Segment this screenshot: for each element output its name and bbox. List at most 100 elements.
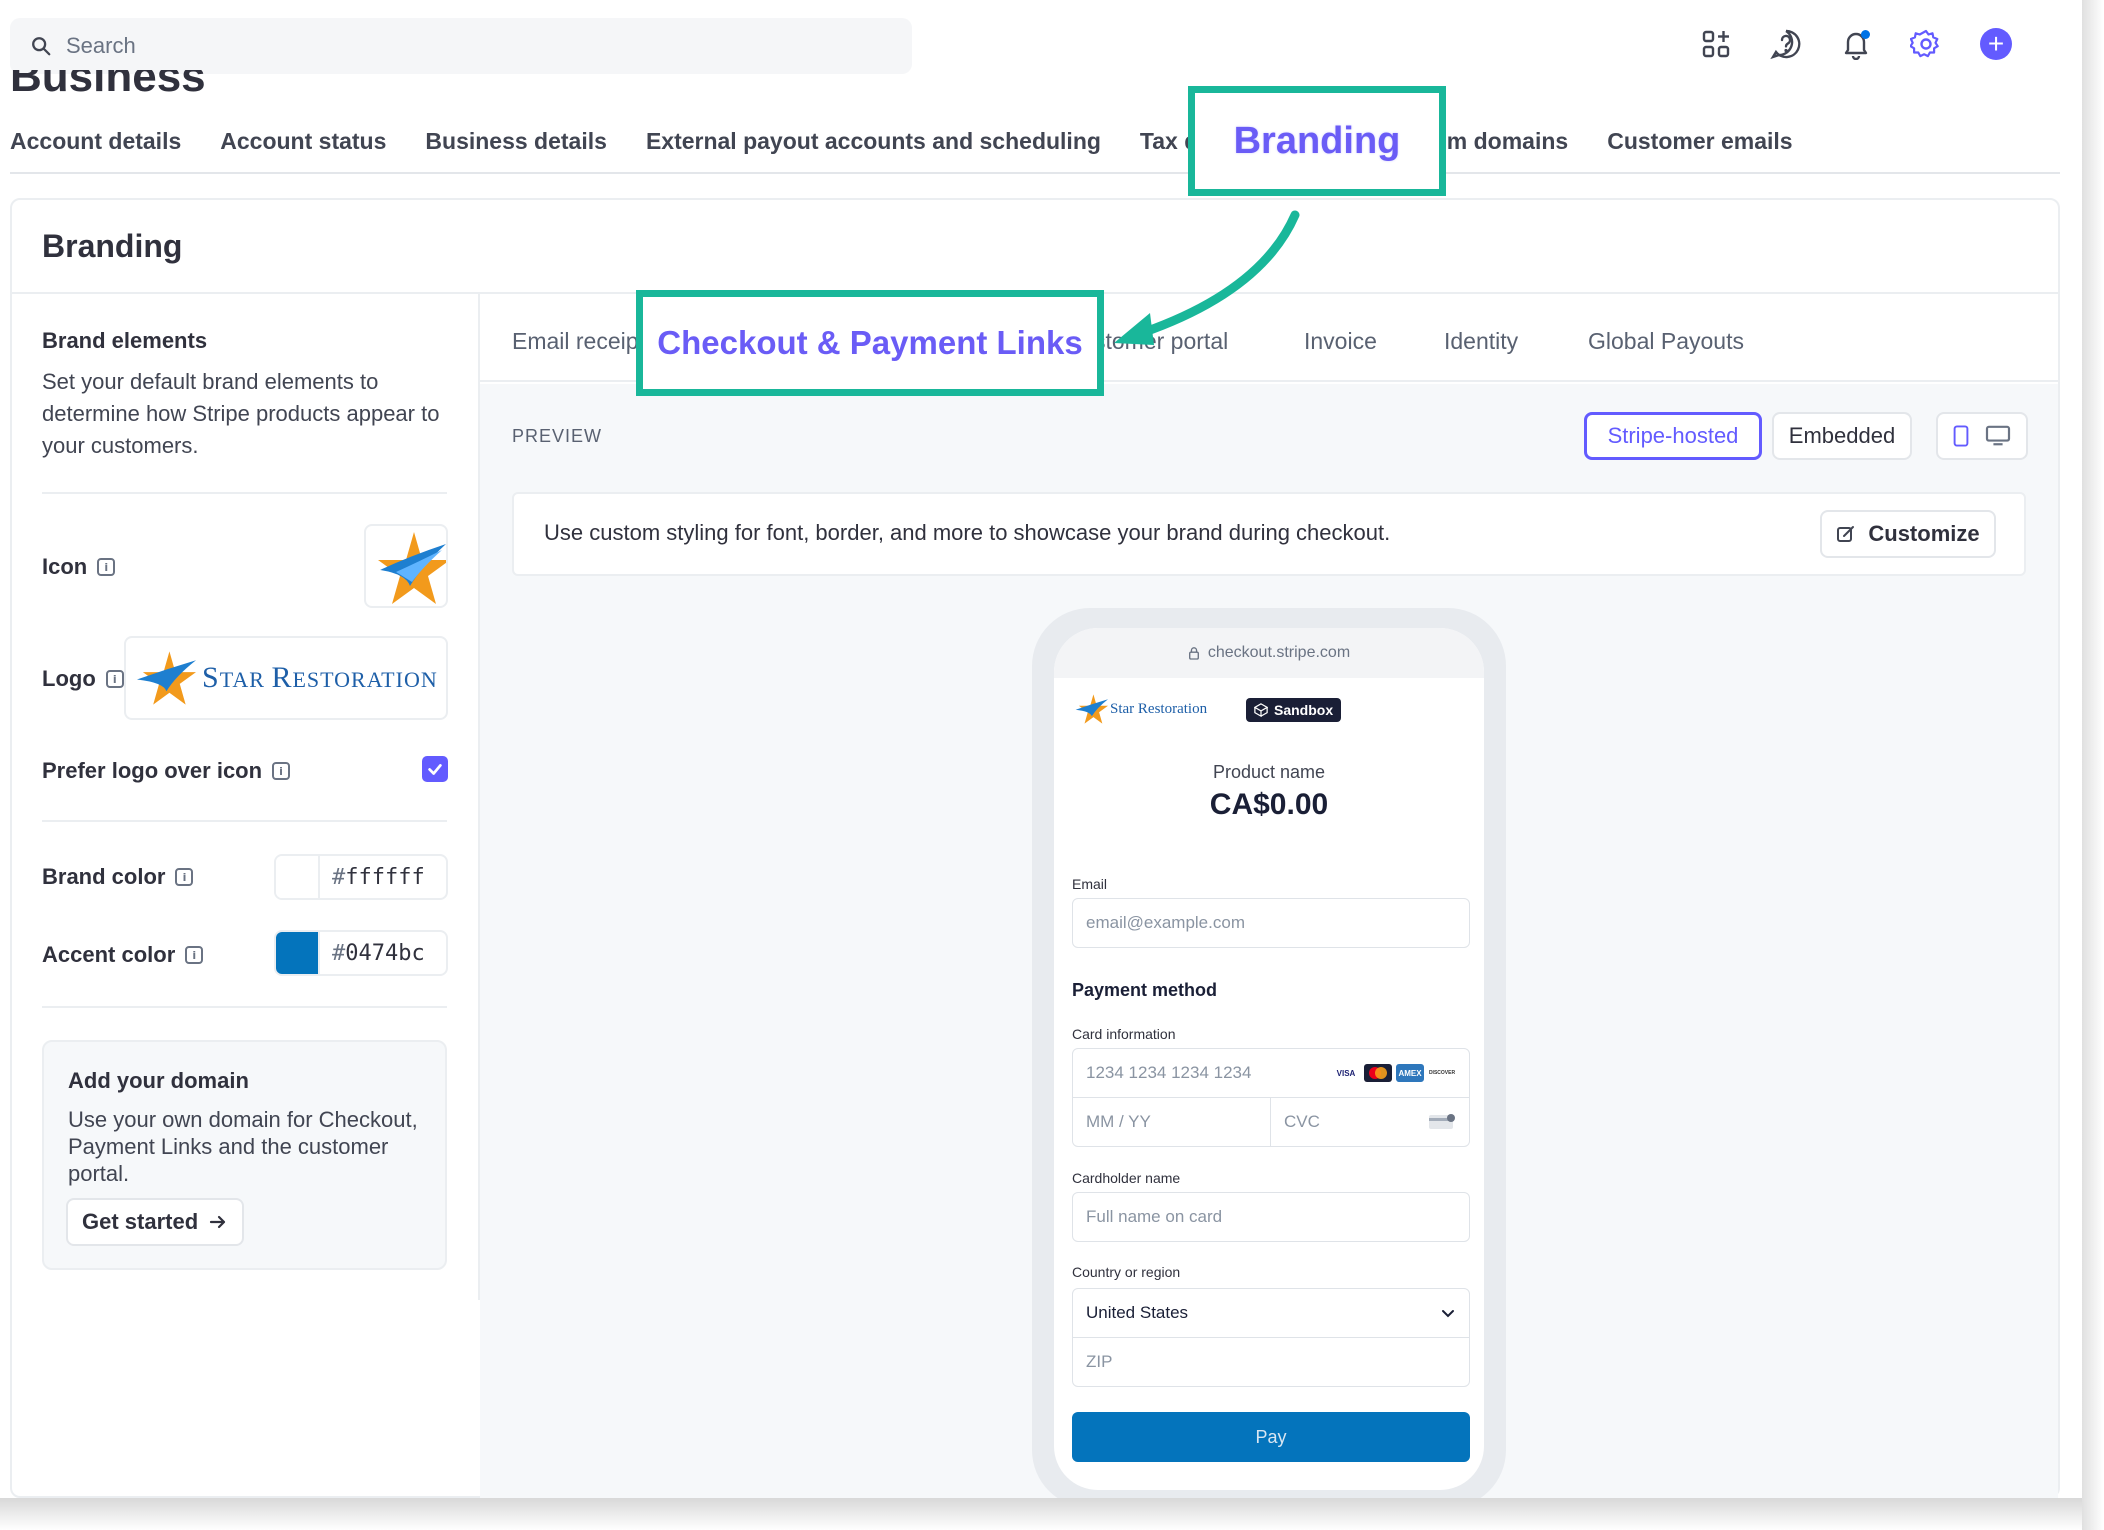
- stripe-hosted-button[interactable]: Stripe-hosted: [1584, 412, 1762, 460]
- customize-label: Customize: [1868, 521, 1980, 546]
- brand-elements-title: Brand elements: [42, 328, 208, 353]
- info-icon[interactable]: i: [97, 558, 116, 576]
- star-logo-icon: [1075, 694, 1108, 724]
- sandbox-cube-icon: [1254, 703, 1268, 717]
- tab-account-status[interactable]: Account status: [220, 128, 386, 172]
- cardholder-placeholder: Full name on card: [1086, 1207, 1223, 1226]
- logo-label: Logo: [42, 666, 96, 691]
- logo-wordmark: STAR RESTORATION: [202, 661, 438, 694]
- accent-color-input[interactable]: #0474bc: [274, 930, 448, 976]
- mastercard-icon: [1364, 1064, 1392, 1082]
- country-label: Country or region: [1072, 1264, 1181, 1280]
- get-started-button[interactable]: Get started: [66, 1198, 245, 1246]
- apps-icon[interactable]: [1700, 28, 1732, 60]
- sandbox-label: Sandbox: [1274, 702, 1334, 718]
- chevron-down-icon: [1442, 1310, 1454, 1318]
- zip-field[interactable]: ZIP: [1072, 1337, 1470, 1387]
- brand-logo-upload[interactable]: STAR RESTORATION: [124, 636, 448, 720]
- check-icon: [428, 764, 442, 775]
- country-select[interactable]: United States: [1072, 1288, 1470, 1338]
- banner-text: Use custom styling for font, border, and…: [544, 520, 1391, 545]
- brand-color-label: Brand color: [42, 864, 166, 889]
- edit-icon: [1837, 526, 1855, 542]
- brand-icon-upload[interactable]: [364, 524, 448, 608]
- info-icon[interactable]: i: [105, 670, 124, 688]
- device-toggle: [1936, 412, 2028, 460]
- pay-button[interactable]: Pay: [1072, 1412, 1470, 1462]
- phone-icon[interactable]: [1953, 424, 1969, 448]
- window-edge: [0, 1498, 2082, 1530]
- accent-color-swatch[interactable]: [276, 932, 320, 974]
- payment-method-title: Payment method: [1072, 980, 1218, 1000]
- plus-icon[interactable]: +: [1980, 28, 2012, 60]
- search-input[interactable]: Search: [10, 18, 912, 74]
- lock-icon: [1188, 647, 1199, 660]
- sandbox-badge: Sandbox: [1246, 698, 1342, 722]
- checkout-callout: Checkout & Payment Links: [636, 290, 1104, 396]
- email-placeholder: email@example.com: [1086, 913, 1245, 932]
- bell-icon[interactable]: [1840, 28, 1872, 61]
- gear-icon[interactable]: [1909, 28, 1942, 60]
- divider: [42, 1006, 447, 1008]
- divider: [42, 820, 447, 822]
- amex-icon: AMEX: [1396, 1064, 1424, 1082]
- product-name: Product name: [1212, 762, 1326, 782]
- brand-elements-description: Set your default brand elements to deter…: [42, 369, 440, 458]
- settings-tabs: Account details Account status Business …: [10, 128, 2060, 174]
- window-edge: [2082, 0, 2104, 1530]
- embedded-button[interactable]: Embedded: [1772, 412, 1912, 460]
- logo-row-label: Logo i: [42, 666, 124, 692]
- visa-icon: VISA: [1332, 1064, 1360, 1082]
- arrow-right-icon: [210, 1215, 226, 1229]
- card-number-placeholder: 1234 1234 1234 1234: [1086, 1063, 1252, 1082]
- accent-color-row-label: Accent color i: [42, 942, 204, 968]
- tab-customer-emails[interactable]: Customer emails: [1607, 128, 1792, 172]
- product-price: CA$0.00: [1209, 788, 1329, 821]
- country-value: United States: [1086, 1303, 1189, 1322]
- tab-account-details[interactable]: Account details: [10, 128, 181, 172]
- card-info-label: Card information: [1072, 1026, 1176, 1042]
- checkout-url-bar: checkout.stripe.com: [1054, 628, 1484, 678]
- tab-identity[interactable]: Identity: [1444, 328, 1518, 355]
- accent-color-value[interactable]: #0474bc: [320, 941, 425, 966]
- tab-email-receipts[interactable]: Email receip: [512, 328, 639, 355]
- get-started-label: Get started: [82, 1209, 199, 1234]
- annotation-arrow: [1114, 210, 1300, 345]
- brand-color-swatch[interactable]: [276, 856, 320, 898]
- cardholder-field[interactable]: Full name on card: [1072, 1192, 1470, 1242]
- desktop-icon[interactable]: [1985, 425, 2011, 447]
- tab-external-payouts[interactable]: External payout accounts and scheduling: [646, 128, 1101, 172]
- email-label: Email: [1072, 876, 1108, 892]
- info-icon[interactable]: i: [272, 762, 291, 780]
- expiry-field[interactable]: MM / YY: [1072, 1097, 1271, 1147]
- card-number-field[interactable]: 1234 1234 1234 1234 VISA AMEX DISCOVER: [1072, 1048, 1470, 1098]
- card-title: Branding: [42, 228, 183, 264]
- zip-placeholder: ZIP: [1086, 1352, 1113, 1371]
- search-placeholder: Search: [66, 33, 136, 58]
- tab-global-payouts[interactable]: Global Payouts: [1588, 328, 1744, 355]
- cardholder-label: Cardholder name: [1072, 1170, 1181, 1186]
- prefer-logo-checkbox[interactable]: [422, 756, 448, 782]
- add-domain-title: Add your domain: [68, 1068, 249, 1093]
- card-brands: VISA AMEX DISCOVER: [1332, 1064, 1456, 1082]
- cvc-field[interactable]: CVC: [1270, 1097, 1470, 1147]
- page-title: Business: [10, 70, 206, 98]
- customize-button[interactable]: Customize: [1820, 510, 1996, 558]
- brand-color-row-label: Brand color i: [42, 864, 194, 890]
- add-domain-description: Use your own domain for Checkout, Paymen…: [68, 1107, 418, 1186]
- email-field[interactable]: email@example.com: [1072, 898, 1470, 948]
- tab-business-details[interactable]: Business details: [425, 128, 607, 172]
- cvc-placeholder: CVC: [1284, 1112, 1320, 1131]
- tab-invoice[interactable]: Invoice: [1304, 328, 1377, 355]
- star-logo-icon: [136, 651, 196, 705]
- info-icon[interactable]: i: [175, 868, 194, 886]
- info-icon[interactable]: i: [185, 946, 204, 964]
- brand-color-input[interactable]: #ffffff: [274, 854, 448, 900]
- divider: [42, 492, 447, 494]
- tab-custom-domains[interactable]: tom domains: [1425, 128, 1568, 172]
- expiry-placeholder: MM / YY: [1086, 1112, 1151, 1131]
- search-icon: [32, 37, 51, 56]
- help-icon[interactable]: [1770, 28, 1802, 60]
- star-logo-icon: [378, 532, 446, 604]
- brand-color-value[interactable]: #ffffff: [320, 865, 425, 890]
